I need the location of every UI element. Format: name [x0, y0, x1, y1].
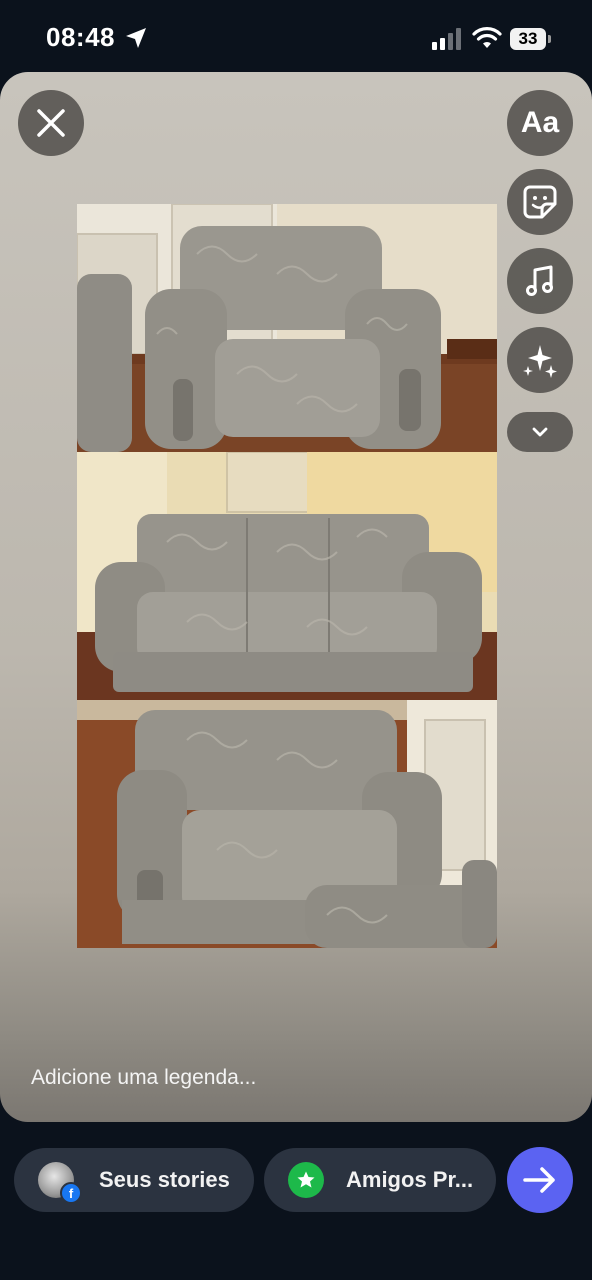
arrow-right-icon: [523, 1167, 555, 1193]
send-button[interactable]: [507, 1147, 573, 1213]
battery-level: 33: [518, 29, 538, 48]
star-icon: [288, 1162, 324, 1198]
photo-two-seat-sofa[interactable]: [77, 700, 497, 948]
chevron-down-icon: [532, 427, 548, 437]
effects-tool-button[interactable]: [507, 327, 573, 393]
status-bar: 08:48 33: [0, 0, 592, 72]
battery-icon: 33: [510, 28, 551, 50]
caption-input[interactable]: Adicione uma legenda...: [31, 1066, 256, 1090]
sticker-tool-button[interactable]: [507, 169, 573, 235]
close-friends-button[interactable]: Amigos Pr...: [264, 1148, 496, 1212]
photo-three-seat-sofa[interactable]: [77, 452, 497, 700]
your-stories-label: Seus stories: [99, 1167, 230, 1192]
text-tool-button[interactable]: Aa: [507, 90, 573, 156]
close-icon: [37, 109, 65, 137]
photo-armchair[interactable]: [77, 204, 497, 452]
music-tool-button[interactable]: [507, 248, 573, 314]
more-tools-button[interactable]: [507, 412, 573, 452]
your-stories-button[interactable]: f Seus stories: [14, 1148, 254, 1212]
close-button[interactable]: [18, 90, 84, 156]
sticker-icon: [523, 185, 557, 219]
wifi-icon: [472, 27, 502, 48]
story-canvas[interactable]: Aa Adicione uma legenda...: [0, 72, 592, 1122]
cellular-signal-icon: [432, 28, 461, 50]
status-time: 08:48: [46, 22, 115, 52]
location-arrow-icon: [126, 28, 146, 48]
avatar: f: [38, 1162, 82, 1204]
music-note-icon: [526, 265, 553, 296]
facebook-icon: f: [60, 1182, 82, 1204]
close-friends-label: Amigos Pr...: [346, 1167, 474, 1192]
sparkles-icon: [523, 345, 557, 378]
